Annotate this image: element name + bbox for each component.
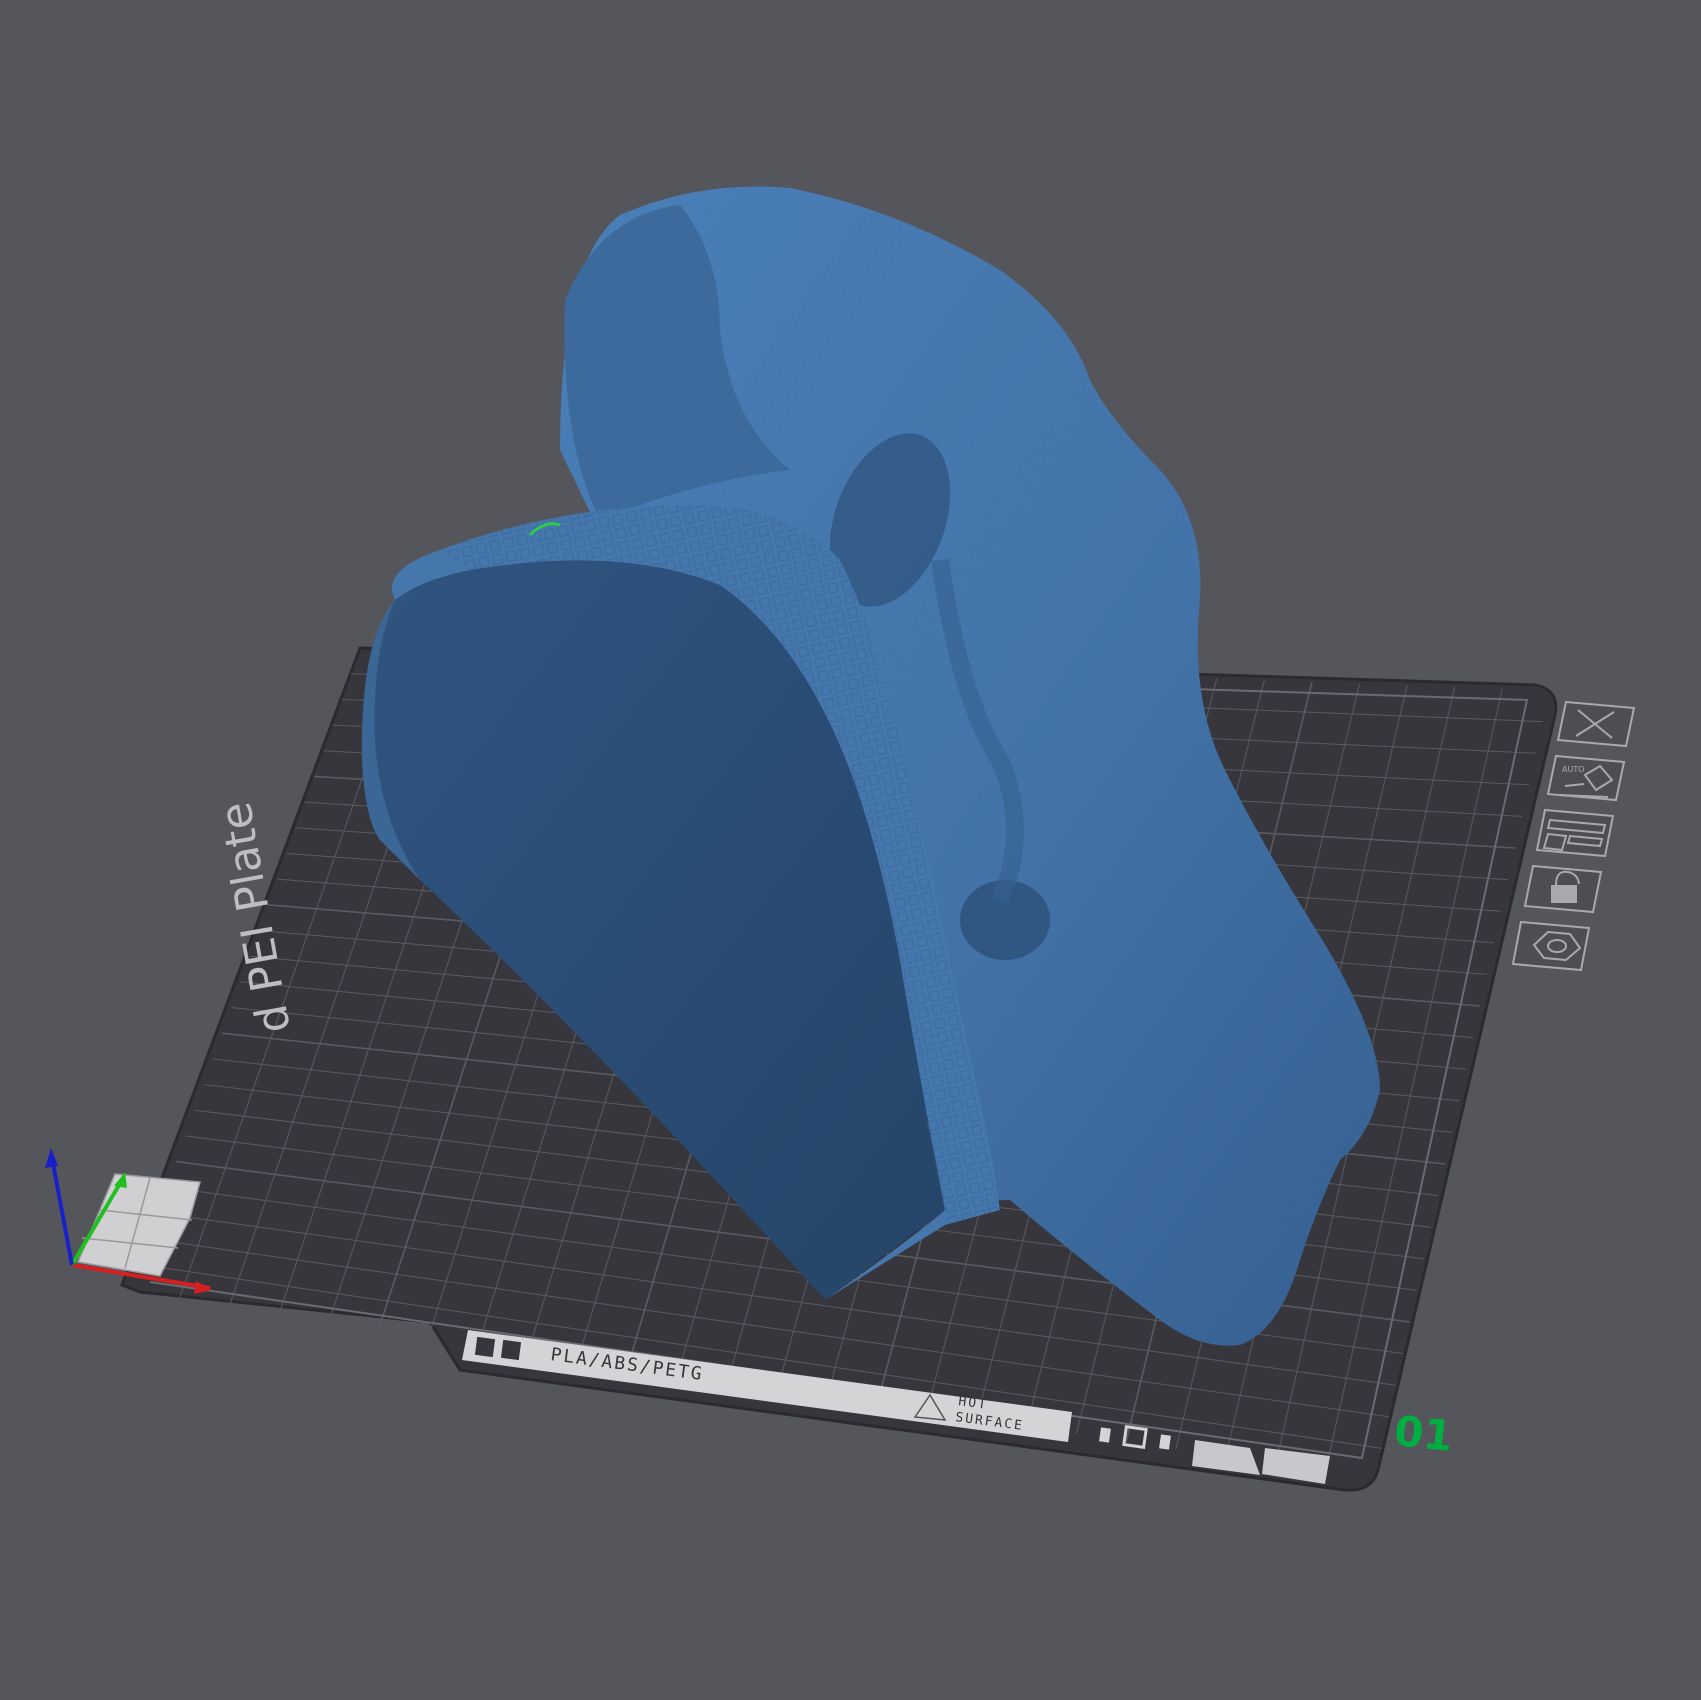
z-axis-line bbox=[50, 1157, 74, 1266]
close-plate-button[interactable] bbox=[1556, 700, 1636, 748]
auto-orient-button[interactable]: AUTO bbox=[1546, 754, 1626, 802]
arrange-button[interactable] bbox=[1535, 808, 1615, 858]
qr-marker-icon bbox=[500, 1339, 522, 1361]
plate-index-label: 01 bbox=[1392, 1406, 1455, 1461]
auto-badge: AUTO bbox=[1562, 765, 1585, 774]
plate-settings-button[interactable] bbox=[1511, 920, 1591, 972]
lock-plate-button[interactable] bbox=[1523, 864, 1603, 914]
qr-marker-icon bbox=[474, 1336, 496, 1358]
z-axis-arrow-icon bbox=[45, 1148, 58, 1168]
3d-viewport[interactable]: d PEI Plate PLA/ABS/PETG HOT SURFACE 01 bbox=[0, 0, 1701, 1700]
